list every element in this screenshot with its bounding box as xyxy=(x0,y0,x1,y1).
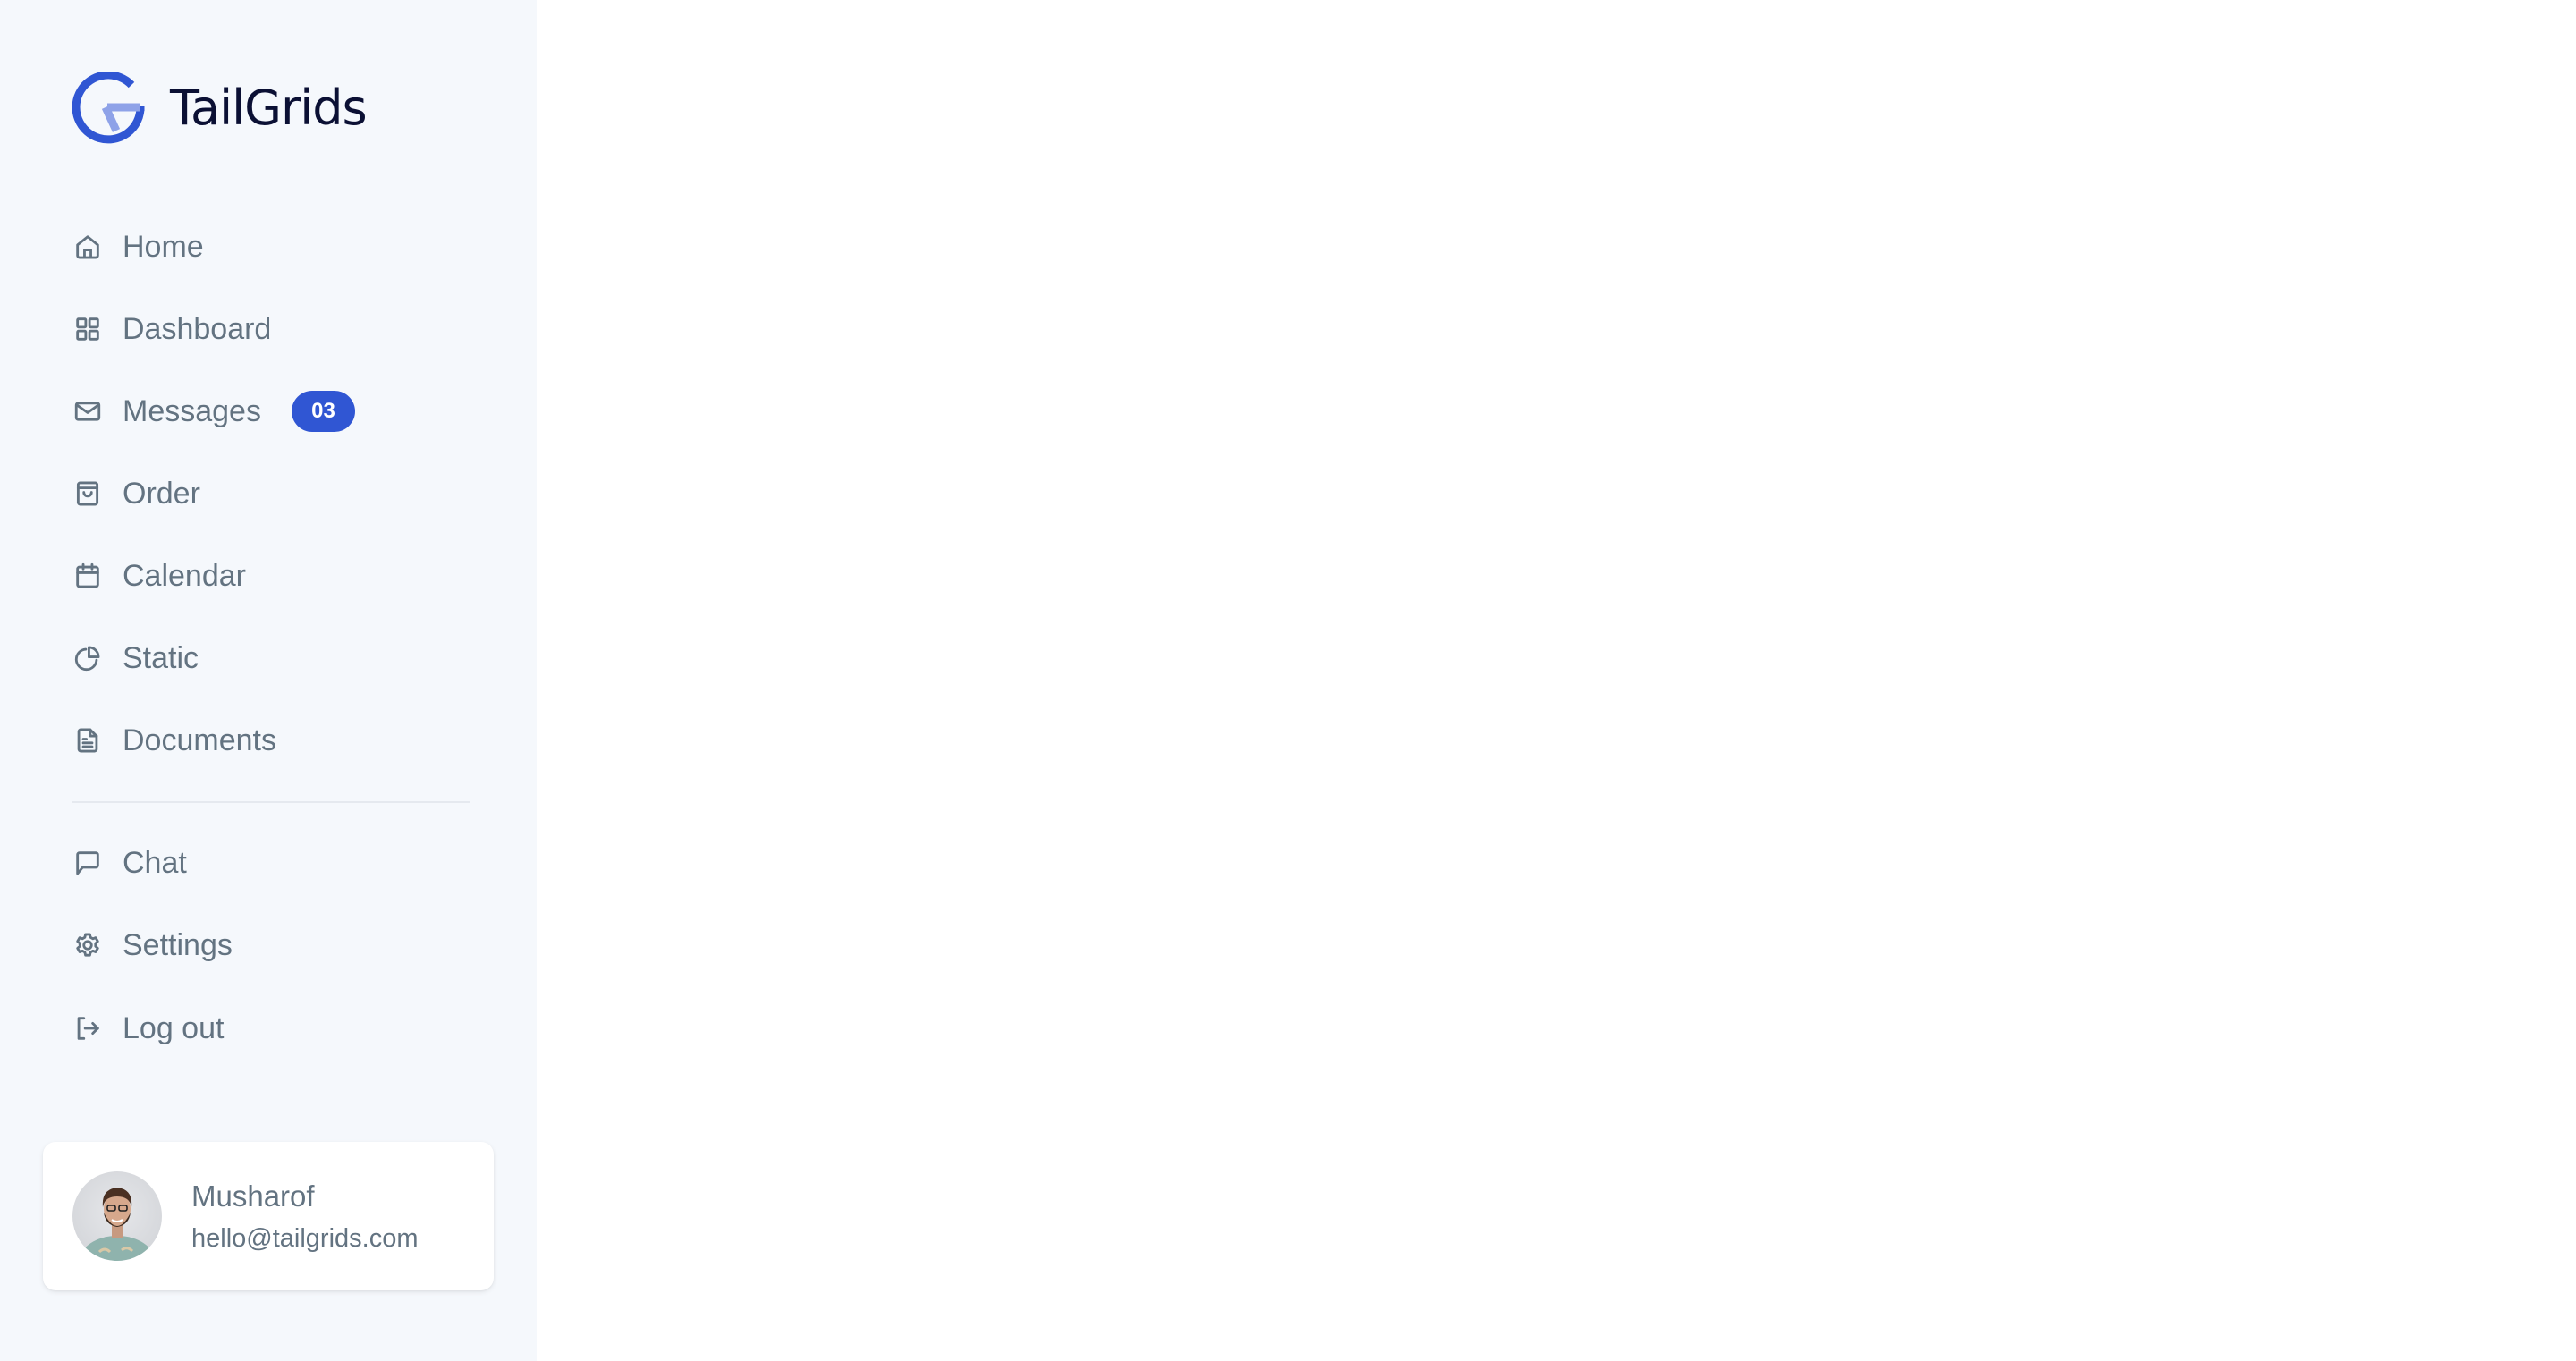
sidebar-item-home[interactable]: Home xyxy=(72,220,204,274)
sidebar-item-documents[interactable]: Documents xyxy=(72,714,276,767)
gear-icon xyxy=(72,929,104,961)
pie-chart-icon xyxy=(72,642,104,674)
mail-icon xyxy=(72,395,104,427)
chat-icon xyxy=(72,847,104,879)
document-icon xyxy=(72,724,104,757)
logout-icon xyxy=(72,1012,104,1044)
sidebar-item-label: Static xyxy=(123,640,199,675)
brand-name: TailGrids xyxy=(170,80,368,136)
main-content xyxy=(537,0,2576,1361)
shopping-bag-icon xyxy=(72,478,104,510)
sidebar-item-chat[interactable]: Chat xyxy=(72,836,187,890)
sidebar-item-dashboard[interactable]: Dashboard xyxy=(72,302,271,356)
sidebar-item-calendar[interactable]: Calendar xyxy=(72,549,246,603)
avatar xyxy=(72,1171,162,1261)
sidebar-item-label: Order xyxy=(123,476,200,511)
brand-logo[interactable]: TailGrids xyxy=(72,72,368,145)
sidebar-item-label: Documents xyxy=(123,723,276,757)
user-profile-card[interactable]: Musharof hello@tailgrids.com xyxy=(43,1142,494,1290)
sidebar-item-label: Log out xyxy=(123,1010,225,1045)
user-photo xyxy=(80,1188,155,1261)
sidebar-item-label: Calendar xyxy=(123,558,246,593)
sidebar-item-static[interactable]: Static xyxy=(72,631,199,685)
user-name: Musharof xyxy=(191,1179,315,1213)
calendar-icon xyxy=(72,560,104,592)
grid-icon xyxy=(72,313,104,345)
sidebar-item-label: Chat xyxy=(123,845,187,880)
sidebar-item-label: Dashboard xyxy=(123,311,272,346)
sidebar-item-messages[interactable]: Messages 03 xyxy=(72,385,355,438)
sidebar-item-logout[interactable]: Log out xyxy=(72,1002,224,1055)
unread-count-badge: 03 xyxy=(291,391,355,432)
user-email: hello@tailgrids.com xyxy=(191,1224,419,1253)
tailgrids-logo-icon xyxy=(72,72,145,144)
sidebar-item-order[interactable]: Order xyxy=(72,467,200,520)
sidebar: TailGrids Home Dashboard Messages 03 Ord… xyxy=(0,0,537,1361)
sidebar-item-settings[interactable]: Settings xyxy=(72,918,233,972)
home-icon xyxy=(72,231,104,263)
sidebar-item-label: Messages xyxy=(123,393,261,428)
sidebar-divider xyxy=(72,801,470,803)
sidebar-item-label: Home xyxy=(123,229,204,264)
sidebar-item-label: Settings xyxy=(123,927,233,962)
